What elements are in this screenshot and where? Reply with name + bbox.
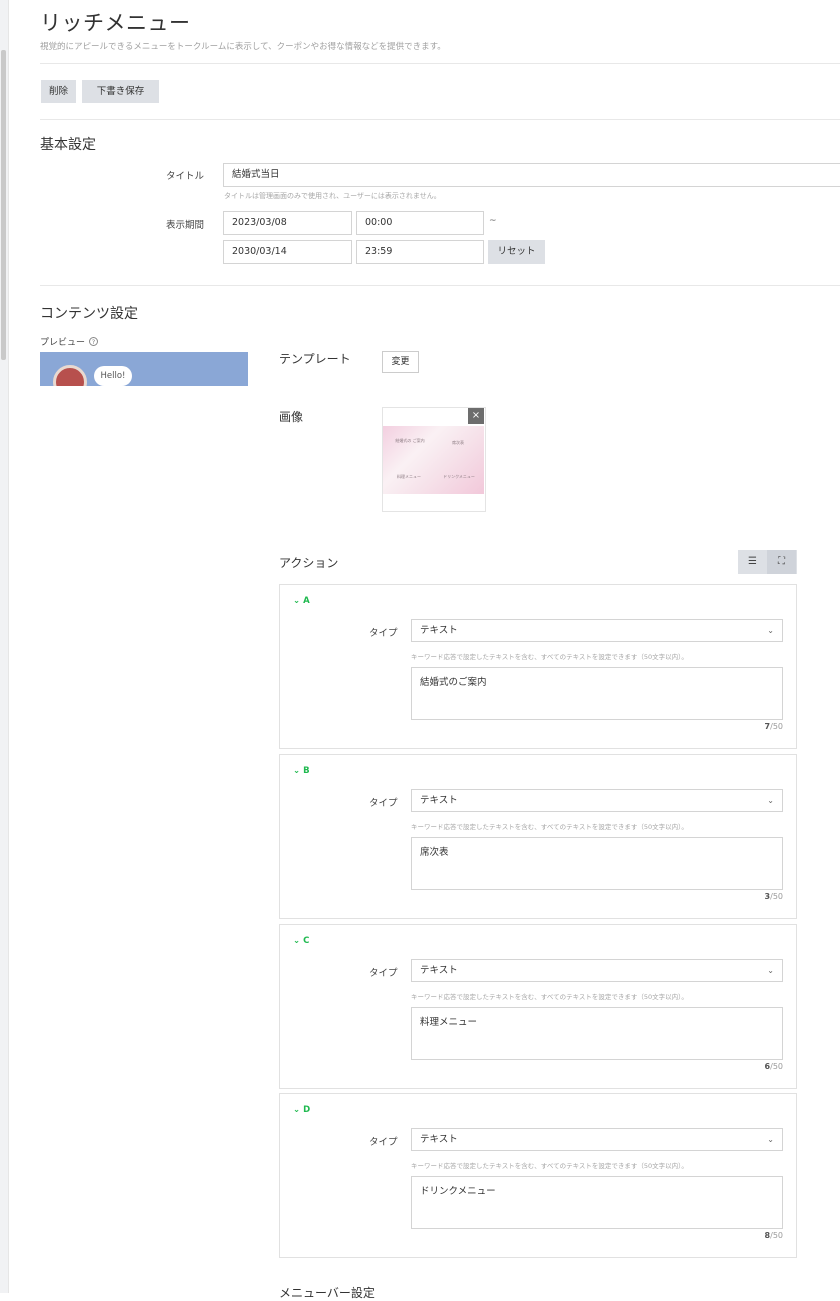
- start-time-input[interactable]: 00:00: [356, 211, 484, 235]
- action-card-a: ⌄ A タイプ テキスト ⌄ キーワード応答で設定したテキストを含む、すべてのテキ…: [279, 584, 797, 749]
- fullscreen-icon[interactable]: ⛶: [767, 550, 796, 574]
- action-card-b: ⌄ B タイプ テキスト ⌄ キーワード応答で設定したテキストを含む、すべてのテキ…: [279, 754, 797, 919]
- type-label: タイプ: [369, 968, 398, 979]
- basic-settings-title: 基本設定: [40, 137, 96, 153]
- divider: [40, 285, 840, 286]
- avatar: [53, 365, 87, 386]
- scrollbar-thumb[interactable]: [1, 50, 6, 360]
- action-card-c: ⌄ C タイプ テキスト ⌄ キーワード応答で設定したテキストを含む、すべてのテキ…: [279, 924, 797, 1089]
- chat-bubble: Hello!: [94, 366, 132, 386]
- template-change-button[interactable]: 変更: [382, 351, 419, 373]
- delete-button[interactable]: 削除: [41, 80, 76, 103]
- char-counter: 6/50: [764, 1062, 783, 1071]
- action-text-field[interactable]: 料理メニュー: [411, 1007, 783, 1060]
- action-letter-a[interactable]: ⌄ A: [293, 596, 310, 606]
- reset-button[interactable]: リセット: [488, 240, 545, 264]
- preview-label: プレビュー?: [40, 335, 99, 348]
- type-label: タイプ: [369, 1137, 398, 1148]
- type-select[interactable]: テキスト ⌄: [411, 789, 783, 812]
- period-tilde: ~: [489, 216, 497, 226]
- text-hint: キーワード応答で設定したテキストを含む、すべてのテキストを設定できます（50文字…: [411, 993, 688, 1001]
- type-label: タイプ: [369, 798, 398, 809]
- template-label: テンプレート: [279, 352, 351, 366]
- title-label: タイトル: [165, 171, 204, 182]
- image-cell-b: 席次表: [452, 440, 464, 445]
- list-view-icon[interactable]: ☰: [738, 550, 767, 574]
- char-counter: 8/50: [764, 1231, 783, 1240]
- start-date-input[interactable]: 2023/03/08: [223, 211, 352, 235]
- char-counter: 7/50: [764, 722, 783, 731]
- action-text-field[interactable]: ドリンクメニュー: [411, 1176, 783, 1229]
- preview-phone: Hello!: [40, 352, 248, 386]
- text-hint: キーワード応答で設定したテキストを含む、すべてのテキストを設定できます（50文字…: [411, 653, 688, 661]
- period-label: 表示期間: [165, 220, 204, 231]
- action-text-field[interactable]: 結婚式のご案内: [411, 667, 783, 720]
- image-cell-d: ドリンクメニュー: [443, 474, 475, 479]
- title-input[interactable]: 結婚式当日: [223, 163, 840, 187]
- divider: [40, 63, 840, 64]
- close-icon[interactable]: ×: [468, 408, 484, 424]
- end-time-input[interactable]: 23:59: [356, 240, 484, 264]
- content-settings-title: コンテンツ設定: [40, 306, 138, 322]
- type-label: タイプ: [369, 628, 398, 639]
- view-toggle: ☰ ⛶: [738, 550, 797, 574]
- chevron-down-icon: ⌄: [767, 796, 774, 805]
- page-description: 視覚的にアピールできるメニューをトークルームに表示して、クーポンやお得な情報など…: [40, 42, 446, 52]
- help-icon[interactable]: ?: [89, 337, 99, 346]
- action-label: アクション: [279, 556, 339, 570]
- action-letter-b[interactable]: ⌄ B: [293, 766, 310, 776]
- image-cell-c: 料理メニュー: [397, 474, 421, 479]
- page-title: リッチメニュー: [40, 11, 191, 35]
- end-date-input[interactable]: 2030/03/14: [223, 240, 352, 264]
- action-letter-d[interactable]: ⌄ D: [293, 1105, 310, 1115]
- save-draft-button[interactable]: 下書き保存: [82, 80, 159, 103]
- text-hint: キーワード応答で設定したテキストを含む、すべてのテキストを設定できます（50文字…: [411, 1162, 688, 1170]
- chevron-down-icon: ⌄: [767, 626, 774, 635]
- chevron-down-icon: ⌄: [767, 966, 774, 975]
- image-label: 画像: [279, 410, 304, 424]
- text-hint: キーワード応答で設定したテキストを含む、すべてのテキストを設定できます（50文字…: [411, 823, 688, 831]
- divider: [40, 119, 840, 120]
- type-select[interactable]: テキスト ⌄: [411, 959, 783, 982]
- image-cell-a: 結婚式の ご案内: [395, 438, 425, 443]
- title-hint: タイトルは管理画面のみで使用され、ユーザーには表示されません。: [224, 192, 441, 200]
- type-select[interactable]: テキスト ⌄: [411, 619, 783, 642]
- rich-menu-image[interactable]: 結婚式の ご案内 席次表 料理メニュー ドリンクメニュー: [383, 426, 484, 494]
- type-select[interactable]: テキスト ⌄: [411, 1128, 783, 1151]
- chevron-down-icon: ⌄: [767, 1135, 774, 1144]
- preview-label-text: プレビュー: [40, 338, 86, 348]
- action-text-field[interactable]: 席次表: [411, 837, 783, 890]
- action-letter-c[interactable]: ⌄ C: [293, 936, 309, 946]
- char-counter: 3/50: [764, 892, 783, 901]
- action-card-d: ⌄ D タイプ テキスト ⌄ キーワード応答で設定したテキストを含む、すべてのテキ…: [279, 1093, 797, 1258]
- left-scrollbar[interactable]: [0, 0, 9, 1293]
